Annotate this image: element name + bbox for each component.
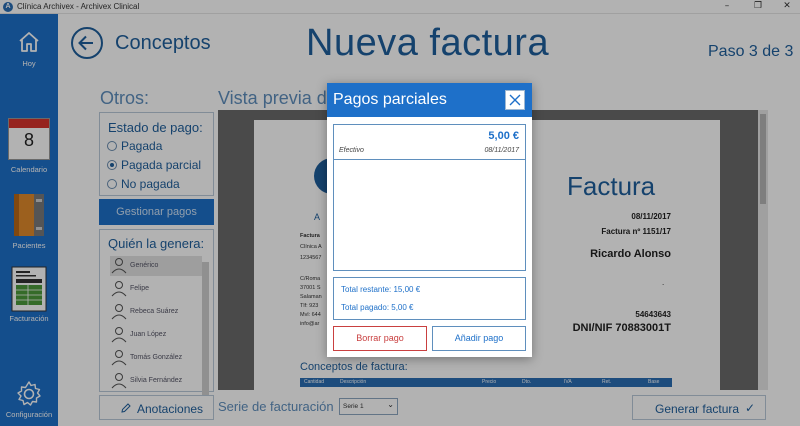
dialog-close-button[interactable] (505, 90, 525, 110)
payment-amount: 5,00 € (488, 130, 519, 142)
dialog-header: Pagos parciales (327, 83, 532, 117)
pagos-parciales-dialog: Pagos parciales 5,00 € Efectivo 08/11/20… (327, 83, 532, 357)
dialog-title: Pagos parciales (333, 91, 447, 108)
anadir-pago-button[interactable]: Añadir pago (432, 326, 526, 351)
payment-row[interactable]: 5,00 € Efectivo 08/11/2017 (334, 125, 525, 160)
payment-totals: Total restante: 15,00 € Total pagado: 5,… (333, 277, 526, 320)
borrar-pago-button[interactable]: Borrar pago (333, 326, 427, 351)
total-pagado: Total pagado: 5,00 € (341, 303, 414, 312)
payments-list: 5,00 € Efectivo 08/11/2017 (333, 124, 526, 271)
payment-date: 08/11/2017 (484, 147, 519, 154)
payment-method: Efectivo (339, 147, 364, 154)
close-icon (509, 94, 521, 106)
total-restante: Total restante: 15,00 € (341, 285, 421, 294)
